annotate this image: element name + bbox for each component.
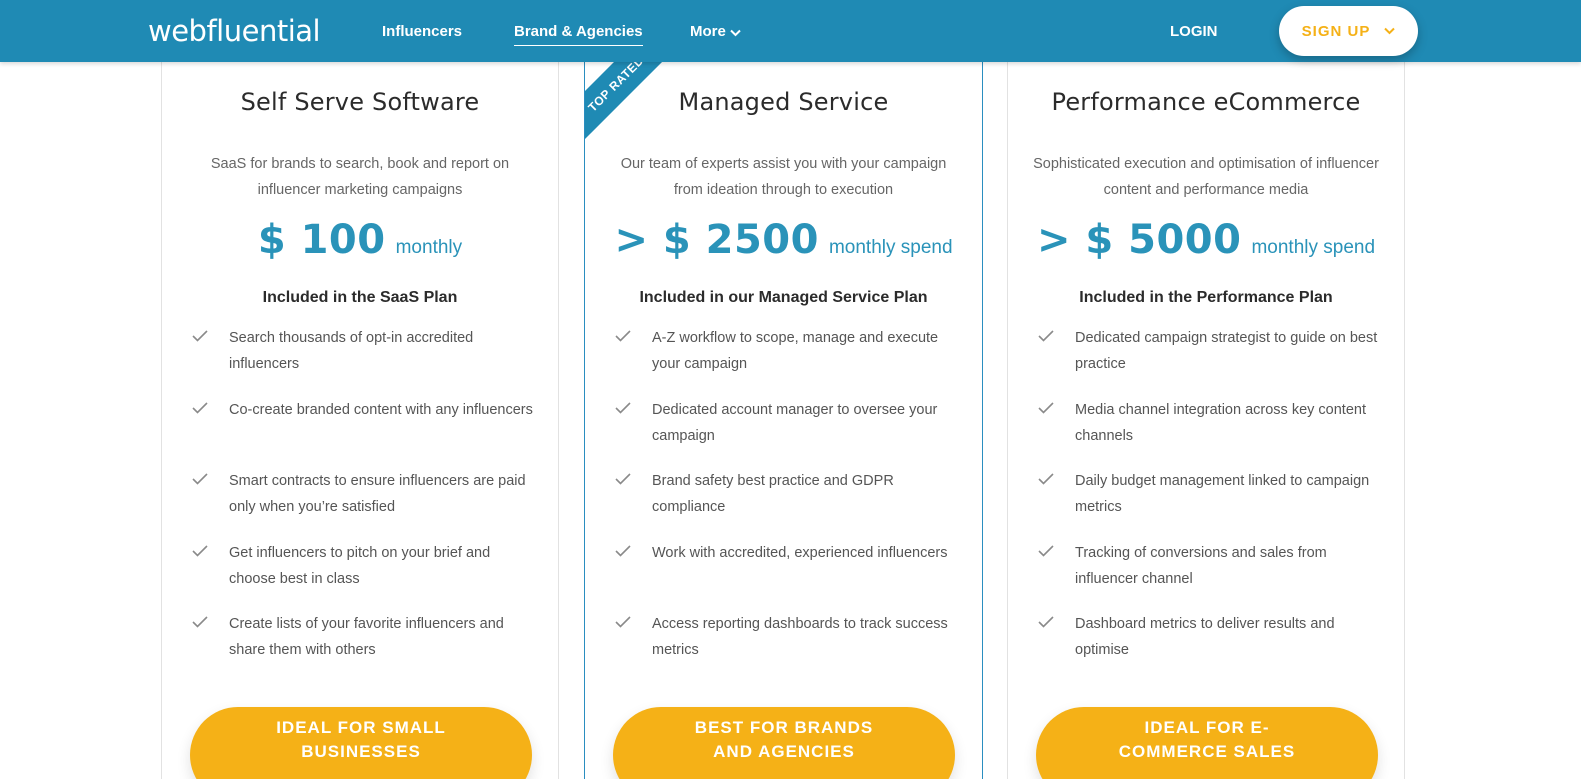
feature-item: Brand safety best practice and GDPR comp… (615, 468, 962, 540)
signup-label: SIGN UP (1301, 22, 1371, 40)
feature-item: A-Z workflow to scope, manage and execut… (615, 325, 962, 397)
chevron-down-icon (730, 29, 741, 37)
check-icon (1038, 611, 1075, 633)
included-heading: Included in our Managed Service Plan (639, 289, 928, 306)
nav-influencers[interactable]: Influencers (382, 22, 462, 42)
feature-text: Get influencers to pitch on your brief a… (229, 544, 491, 587)
nav-more-label: More (690, 23, 726, 40)
feature-text: A-Z workflow to scope, manage and execut… (652, 330, 939, 372)
plan-price-unit: monthly spend (1251, 237, 1376, 258)
signup-button[interactable]: SIGN UP (1279, 6, 1418, 56)
chevron-down-icon (1384, 27, 1396, 35)
plan-price-row: $ 100 monthly (162, 217, 558, 263)
top-navbar: webfluential Influencers Brand & Agencie… (0, 0, 1581, 62)
feature-text: Tracking of conversions and sales from i… (1075, 544, 1327, 587)
included-heading: Included in the Performance Plan (1079, 289, 1333, 306)
plan-price-row: > $ 2500 monthly spend (585, 217, 982, 263)
plan-price: > $ 2500 (614, 217, 819, 263)
feature-text: Work with accredited, experienced influe… (652, 544, 948, 561)
plan-price-unit: monthly spend (828, 237, 953, 258)
feature-item: Smart contracts to ensure influencers ar… (192, 468, 538, 540)
plan-price: $ 100 (257, 217, 386, 263)
feature-text: Dedicated campaign strategist to guide o… (1075, 330, 1378, 372)
plan-title: Managed Service (678, 88, 889, 116)
feature-text: Daily budget management linked to campai… (1075, 473, 1370, 515)
plan-card-self-serve: Self Serve Software SaaS for brands to s… (161, 40, 559, 779)
feature-item: Co-create branded content with any influ… (192, 397, 538, 469)
plan-card-performance-ecommerce: Performance eCommerce Sophisticated exec… (1007, 40, 1405, 779)
feature-item: Access reporting dashboards to track suc… (615, 611, 962, 683)
feature-text: Co-create branded content with any influ… (229, 401, 533, 418)
check-icon (192, 325, 229, 347)
check-icon (615, 468, 652, 490)
plan-price-row: > $ 5000 monthly spend (1008, 217, 1404, 263)
plan-price: > $ 5000 (1036, 217, 1242, 263)
feature-list: A-Z workflow to scope, manage and execut… (615, 325, 962, 683)
check-icon (615, 540, 652, 562)
feature-item: Dashboard metrics to deliver results and… (1038, 611, 1384, 683)
feature-item: Search thousands of opt-in accredited in… (192, 325, 538, 397)
check-icon (1038, 325, 1075, 347)
cta-small-businesses-button[interactable]: IDEAL FOR SMALL BUSINESSES (190, 707, 532, 779)
feature-item: Tracking of conversions and sales from i… (1038, 540, 1384, 612)
feature-item: Work with accredited, experienced influe… (615, 540, 962, 612)
plan-description: SaaS for brands to search, book and repo… (210, 156, 510, 198)
check-icon (615, 611, 652, 633)
plan-title: Performance eCommerce (1051, 88, 1361, 116)
feature-text: Access reporting dashboards to track suc… (652, 616, 948, 658)
cta-ecommerce-button[interactable]: IDEAL FOR E-COMMERCE SALES (1036, 707, 1378, 779)
included-heading: Included in the SaaS Plan (262, 289, 458, 306)
plan-card-managed-service: TOP RATED Managed Service Our team of ex… (584, 40, 983, 779)
plan-description: Sophisticated execution and optimisation… (1033, 156, 1379, 198)
feature-text: Create lists of your favorite influencer… (229, 616, 504, 658)
feature-list: Dedicated campaign strategist to guide o… (1038, 325, 1384, 683)
check-icon (192, 611, 229, 633)
feature-item: Create lists of your favorite influencer… (192, 611, 538, 683)
check-icon (1038, 397, 1075, 419)
feature-text: Dedicated account manager to oversee you… (652, 401, 938, 444)
feature-text: Brand safety best practice and GDPR comp… (652, 473, 894, 515)
nav-more[interactable]: More (690, 22, 741, 42)
check-icon (1038, 468, 1075, 490)
plan-title: Self Serve Software (240, 88, 480, 116)
feature-text: Dashboard metrics to deliver results and… (1075, 616, 1335, 658)
nav-brand-agencies[interactable]: Brand & Agencies (514, 22, 643, 46)
check-icon (615, 397, 652, 419)
check-icon (192, 540, 229, 562)
feature-text: Search thousands of opt-in accredited in… (229, 330, 474, 372)
check-icon (192, 397, 229, 419)
plan-description: Our team of experts assist you with your… (620, 156, 947, 198)
feature-text: Media channel integration across key con… (1075, 401, 1366, 444)
cta-brands-agencies-button[interactable]: BEST FOR BRANDS AND AGENCIES (613, 707, 955, 779)
check-icon (192, 468, 229, 490)
feature-item: Media channel integration across key con… (1038, 397, 1384, 469)
feature-item: Dedicated campaign strategist to guide o… (1038, 325, 1384, 397)
check-icon (1038, 540, 1075, 562)
login-link[interactable]: LOGIN (1170, 22, 1218, 42)
webfluential-logo[interactable]: webfluential (148, 14, 321, 48)
check-icon (615, 325, 652, 347)
feature-item: Dedicated account manager to oversee you… (615, 397, 962, 469)
plan-price-unit: monthly (395, 237, 463, 258)
feature-item: Daily budget management linked to campai… (1038, 468, 1384, 540)
feature-list: Search thousands of opt-in accredited in… (192, 325, 538, 683)
feature-text: Smart contracts to ensure influencers ar… (229, 473, 526, 515)
feature-item: Get influencers to pitch on your brief a… (192, 540, 538, 612)
